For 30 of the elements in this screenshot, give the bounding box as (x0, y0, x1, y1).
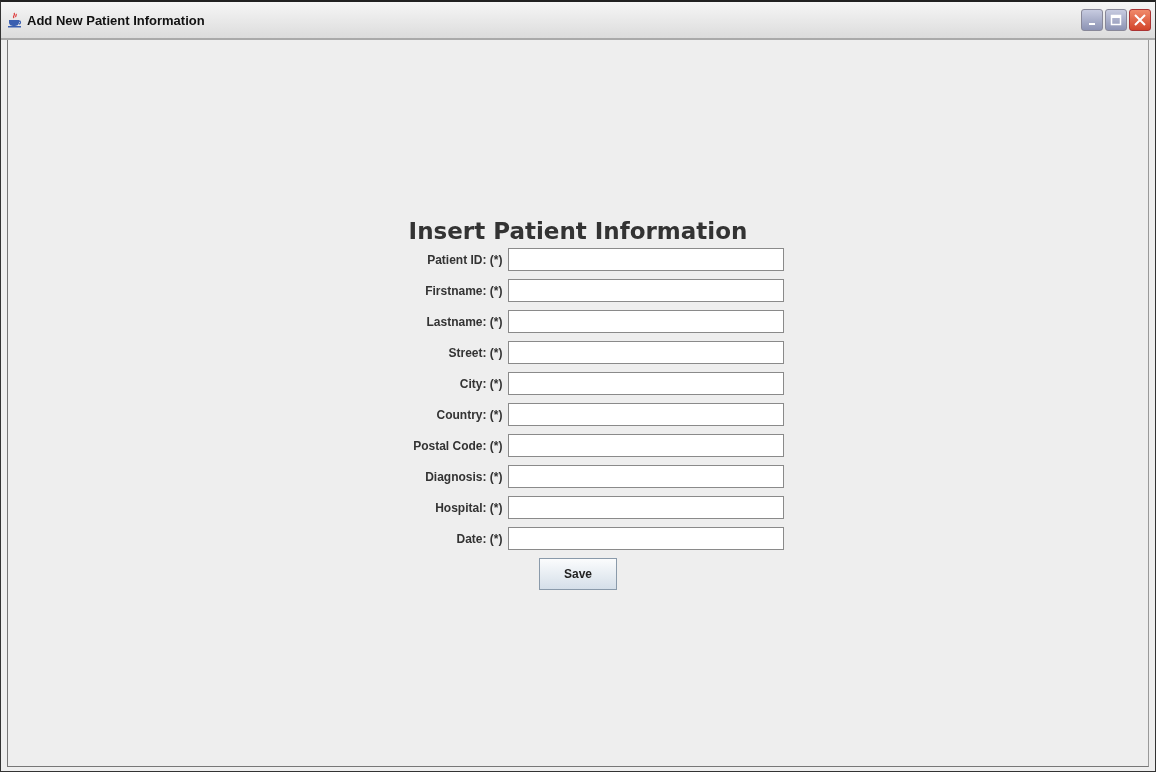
input-field[interactable] (507, 465, 784, 488)
field-label: Lastname: (*) (425, 314, 503, 329)
field-label: Diagnosis: (*) (424, 469, 503, 484)
input-field[interactable] (507, 527, 784, 550)
maximize-icon (1110, 14, 1122, 26)
close-icon (1134, 14, 1146, 26)
close-button[interactable] (1129, 9, 1151, 31)
field-label: Street: (*) (447, 345, 503, 360)
minimize-icon (1089, 23, 1095, 25)
field-label: City: (*) (458, 376, 503, 391)
input-field[interactable] (507, 310, 784, 333)
field-label: Date: (*) (455, 531, 503, 546)
coffee-cup-icon (7, 12, 23, 28)
field-label: Hospital: (*) (434, 500, 503, 515)
maximize-button[interactable] (1105, 9, 1127, 31)
form-heading: Insert Patient Information (408, 218, 748, 244)
input-field[interactable] (507, 403, 784, 426)
input-field[interactable] (507, 341, 784, 364)
input-field[interactable] (507, 496, 784, 519)
field-label: Firstname: (*) (424, 283, 503, 298)
field-label: Patient ID: (*) (426, 252, 503, 267)
input-field[interactable] (507, 279, 784, 302)
field-label: Postal Code: (*) (412, 438, 503, 453)
window-title: Add New Patient Information (27, 12, 205, 28)
input-field[interactable] (507, 372, 784, 395)
save-button[interactable]: Save (539, 558, 617, 590)
minimize-button[interactable] (1081, 9, 1103, 31)
input-field[interactable] (507, 434, 784, 457)
field-label: Country: (*) (435, 407, 503, 422)
input-field[interactable] (507, 248, 784, 271)
